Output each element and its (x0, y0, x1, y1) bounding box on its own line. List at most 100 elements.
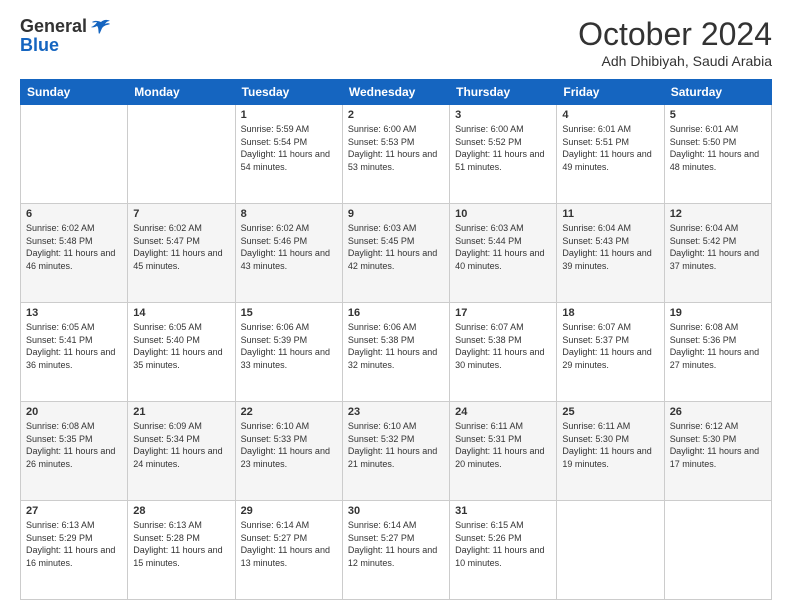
table-row: 16Sunrise: 6:06 AMSunset: 5:38 PMDayligh… (342, 303, 449, 402)
col-tuesday: Tuesday (235, 80, 342, 105)
calendar-week-row: 13Sunrise: 6:05 AMSunset: 5:41 PMDayligh… (21, 303, 772, 402)
day-number: 17 (455, 307, 551, 319)
day-number: 8 (241, 208, 337, 220)
table-row: 26 Sunrise: 6:12 AMSunset: 5:30 PMDayligh… (664, 402, 771, 501)
day-number: 19 (670, 307, 766, 319)
day-info: Sunrise: 6:11 AMSunset: 5:31 PMDaylight:… (455, 420, 551, 470)
table-row: 5 Sunrise: 6:01 AMSunset: 5:50 PMDaylight… (664, 105, 771, 204)
table-row: 19 Sunrise: 6:08 AMSunset: 5:36 PMDayligh… (664, 303, 771, 402)
day-info: Sunrise: 6:12 AMSunset: 5:30 PMDaylight:… (670, 420, 766, 470)
calendar-week-row: 1 Sunrise: 5:59 AMSunset: 5:54 PMDaylight… (21, 105, 772, 204)
table-row: 30 Sunrise: 6:14 AMSunset: 5:27 PMDayligh… (342, 501, 449, 600)
day-info: Sunrise: 6:00 AMSunset: 5:52 PMDaylight:… (455, 123, 551, 173)
day-info: Sunrise: 6:04 AMSunset: 5:42 PMDaylight:… (670, 222, 766, 272)
day-number: 24 (455, 406, 551, 418)
day-info: Sunrise: 6:02 AMSunset: 5:48 PMDaylight:… (26, 222, 122, 272)
calendar-table: Sunday Monday Tuesday Wednesday Thursday… (20, 79, 772, 600)
calendar-week-row: 27Sunrise: 6:13 AMSunset: 5:29 PMDayligh… (21, 501, 772, 600)
header: General Blue October 2024 Adh Dhibiyah, … (20, 16, 772, 69)
table-row: 11 Sunrise: 6:04 AMSunset: 5:43 PMDayligh… (557, 204, 664, 303)
day-number: 2 (348, 109, 444, 121)
table-row (128, 105, 235, 204)
day-info: Sunrise: 5:59 AMSunset: 5:54 PMDaylight:… (241, 123, 337, 173)
day-info: Sunrise: 6:13 AMSunset: 5:28 PMDaylight:… (133, 519, 229, 569)
table-row: 10 Sunrise: 6:03 AMSunset: 5:44 PMDayligh… (450, 204, 557, 303)
col-saturday: Saturday (664, 80, 771, 105)
day-info: Sunrise: 6:15 AMSunset: 5:26 PMDaylight:… (455, 519, 551, 569)
day-info: Sunrise: 6:02 AMSunset: 5:46 PMDaylight:… (241, 222, 337, 272)
day-number: 30 (348, 505, 444, 517)
table-row: 13Sunrise: 6:05 AMSunset: 5:41 PMDayligh… (21, 303, 128, 402)
day-info: Sunrise: 6:06 AMSunset: 5:38 PMDaylight:… (348, 321, 444, 371)
table-row: 22 Sunrise: 6:10 AMSunset: 5:33 PMDayligh… (235, 402, 342, 501)
day-number: 7 (133, 208, 229, 220)
day-number: 20 (26, 406, 122, 418)
header-row: Sunday Monday Tuesday Wednesday Thursday… (21, 80, 772, 105)
day-info: Sunrise: 6:01 AMSunset: 5:51 PMDaylight:… (562, 123, 658, 173)
table-row: 18 Sunrise: 6:07 AMSunset: 5:37 PMDayligh… (557, 303, 664, 402)
day-info: Sunrise: 6:07 AMSunset: 5:37 PMDaylight:… (562, 321, 658, 371)
day-number: 3 (455, 109, 551, 121)
day-number: 25 (562, 406, 658, 418)
day-number: 9 (348, 208, 444, 220)
day-number: 13 (26, 307, 122, 319)
day-number: 28 (133, 505, 229, 517)
day-info: Sunrise: 6:04 AMSunset: 5:43 PMDaylight:… (562, 222, 658, 272)
day-info: Sunrise: 6:03 AMSunset: 5:45 PMDaylight:… (348, 222, 444, 272)
month-title: October 2024 (578, 16, 772, 53)
table-row: 29 Sunrise: 6:14 AMSunset: 5:27 PMDayligh… (235, 501, 342, 600)
table-row: 21 Sunrise: 6:09 AMSunset: 5:34 PMDayligh… (128, 402, 235, 501)
table-row (21, 105, 128, 204)
day-info: Sunrise: 6:09 AMSunset: 5:34 PMDaylight:… (133, 420, 229, 470)
table-row: 28 Sunrise: 6:13 AMSunset: 5:28 PMDayligh… (128, 501, 235, 600)
day-info: Sunrise: 6:10 AMSunset: 5:33 PMDaylight:… (241, 420, 337, 470)
day-info: Sunrise: 6:08 AMSunset: 5:35 PMDaylight:… (26, 420, 122, 470)
day-info: Sunrise: 6:01 AMSunset: 5:50 PMDaylight:… (670, 123, 766, 173)
day-info: Sunrise: 6:14 AMSunset: 5:27 PMDaylight:… (348, 519, 444, 569)
day-number: 6 (26, 208, 122, 220)
day-info: Sunrise: 6:00 AMSunset: 5:53 PMDaylight:… (348, 123, 444, 173)
day-info: Sunrise: 6:14 AMSunset: 5:27 PMDaylight:… (241, 519, 337, 569)
day-number: 26 (670, 406, 766, 418)
table-row: 2 Sunrise: 6:00 AMSunset: 5:53 PMDaylight… (342, 105, 449, 204)
day-number: 29 (241, 505, 337, 517)
day-info: Sunrise: 6:07 AMSunset: 5:38 PMDaylight:… (455, 321, 551, 371)
col-monday: Monday (128, 80, 235, 105)
location: Adh Dhibiyah, Saudi Arabia (578, 53, 772, 69)
table-row: 24 Sunrise: 6:11 AMSunset: 5:31 PMDayligh… (450, 402, 557, 501)
day-number: 21 (133, 406, 229, 418)
day-number: 4 (562, 109, 658, 121)
calendar-week-row: 20 Sunrise: 6:08 AMSunset: 5:35 PMDayligh… (21, 402, 772, 501)
day-number: 12 (670, 208, 766, 220)
logo: General Blue (20, 16, 111, 56)
day-number: 18 (562, 307, 658, 319)
col-wednesday: Wednesday (342, 80, 449, 105)
day-info: Sunrise: 6:10 AMSunset: 5:32 PMDaylight:… (348, 420, 444, 470)
table-row (557, 501, 664, 600)
table-row: 3 Sunrise: 6:00 AMSunset: 5:52 PMDaylight… (450, 105, 557, 204)
day-number: 11 (562, 208, 658, 220)
table-row: 7Sunrise: 6:02 AMSunset: 5:47 PMDaylight… (128, 204, 235, 303)
table-row: 6 Sunrise: 6:02 AMSunset: 5:48 PMDaylight… (21, 204, 128, 303)
day-info: Sunrise: 6:08 AMSunset: 5:36 PMDaylight:… (670, 321, 766, 371)
day-info: Sunrise: 6:06 AMSunset: 5:39 PMDaylight:… (241, 321, 337, 371)
day-number: 15 (241, 307, 337, 319)
day-info: Sunrise: 6:03 AMSunset: 5:44 PMDaylight:… (455, 222, 551, 272)
table-row: 31 Sunrise: 6:15 AMSunset: 5:26 PMDayligh… (450, 501, 557, 600)
table-row: 17 Sunrise: 6:07 AMSunset: 5:38 PMDayligh… (450, 303, 557, 402)
calendar-page: General Blue October 2024 Adh Dhibiyah, … (0, 0, 792, 612)
day-info: Sunrise: 6:11 AMSunset: 5:30 PMDaylight:… (562, 420, 658, 470)
day-number: 22 (241, 406, 337, 418)
day-number: 14 (133, 307, 229, 319)
day-number: 31 (455, 505, 551, 517)
day-number: 5 (670, 109, 766, 121)
table-row: 4 Sunrise: 6:01 AMSunset: 5:51 PMDaylight… (557, 105, 664, 204)
col-friday: Friday (557, 80, 664, 105)
table-row: 12 Sunrise: 6:04 AMSunset: 5:42 PMDayligh… (664, 204, 771, 303)
day-number: 1 (241, 109, 337, 121)
day-number: 10 (455, 208, 551, 220)
col-sunday: Sunday (21, 80, 128, 105)
logo-blue: Blue (20, 35, 59, 56)
title-block: October 2024 Adh Dhibiyah, Saudi Arabia (578, 16, 772, 69)
logo-bird-icon (91, 19, 111, 35)
